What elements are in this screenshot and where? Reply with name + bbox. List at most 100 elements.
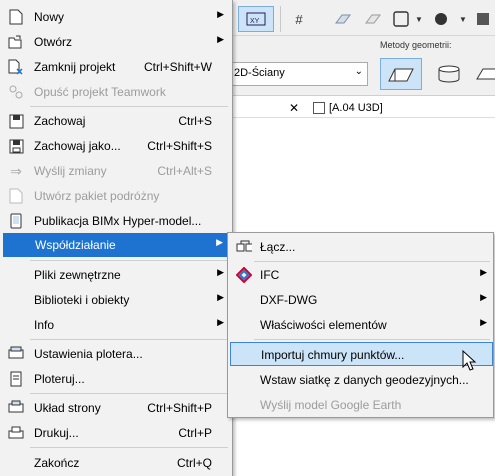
submenu-arrow-icon: ▶ — [217, 34, 224, 44]
menu-separator — [30, 447, 228, 448]
menu-item-label: Publikacja BIMx Hyper-model... — [34, 214, 202, 228]
submenu-arrow-icon: ▶ — [480, 267, 487, 277]
menu-item-libraries[interactable]: Biblioteki i obiekty ▶ — [2, 288, 230, 312]
submenu-item-import-point-clouds[interactable]: Importuj chmury punktów... — [230, 342, 493, 366]
menu-item-label: Wyślij zmiany — [34, 164, 107, 178]
submenu-arrow-icon: ▶ — [480, 292, 487, 302]
frame-dropdown-arrow[interactable]: ▼ — [414, 6, 424, 32]
menu-item-label: Zakończ — [34, 456, 80, 470]
geometry-method-trapezoid-button[interactable] — [474, 58, 495, 90]
mouse-pointer-icon — [462, 350, 477, 371]
menu-item-label: Drukuj... — [34, 426, 79, 440]
save-icon — [8, 113, 24, 129]
menu-item-exit[interactable]: Zakończ Ctrl+Q — [2, 451, 230, 475]
package-icon — [8, 188, 24, 204]
menu-shortcut: Ctrl+Shift+S — [147, 139, 212, 153]
submenu-item-survey-mesh[interactable]: Wstaw siatkę z danych geodezyjnych... — [230, 368, 493, 392]
submenu-item-dxf-dwg[interactable]: DXF-DWG ▶ — [230, 288, 493, 312]
menu-item-label: Otwórz — [34, 35, 73, 49]
menu-item-label: Utwórz pakiet podróżny — [34, 189, 160, 203]
chevron-down-icon: ⌄ — [354, 66, 363, 77]
open-folder-icon — [8, 34, 24, 50]
surface-tool-button[interactable] — [360, 6, 386, 32]
menu-item-save-as[interactable]: Zachowaj jako... Ctrl+Shift+S — [2, 134, 230, 158]
sphere-icon — [435, 13, 447, 25]
menu-separator — [254, 261, 490, 262]
submenu-item-google-earth[interactable]: Wyślij model Google Earth — [230, 393, 493, 417]
page-setup-icon — [8, 400, 24, 416]
menu-item-label: Wstaw siatkę z danych geodezyjnych... — [260, 373, 469, 387]
menu-item-plotter-settings[interactable]: Ustawienia plotera... — [2, 342, 230, 366]
menu-item-send-changes[interactable]: ⇒ Wyślij zmiany Ctrl+Alt+S — [2, 159, 230, 183]
sphere-dropdown-arrow[interactable]: ▼ — [458, 6, 468, 32]
layout-tool-button[interactable]: XY — [238, 6, 274, 32]
tab-3d-view[interactable]: [A.04 U3D] — [313, 99, 383, 117]
straight-wall-icon — [388, 68, 414, 82]
view-frame-button[interactable] — [390, 6, 412, 32]
plot-icon — [8, 371, 24, 387]
menu-shortcut: Ctrl+Q — [176, 456, 212, 470]
menu-item-label: Opuść projekt Teamwork — [34, 85, 166, 99]
box-tool-button[interactable] — [472, 6, 494, 32]
menu-item-external-files[interactable]: Pliki zewnętrzne ▶ — [2, 263, 230, 287]
bimx-icon — [8, 213, 24, 229]
menu-item-info[interactable]: Info ▶ — [2, 313, 230, 337]
submenu-item-ifc[interactable]: IFC ▶ — [230, 263, 493, 287]
trapezoid-wall-icon — [476, 68, 495, 80]
menu-item-label: Biblioteki i obiekty — [34, 293, 130, 307]
menu-item-label: Info — [34, 318, 55, 332]
menu-item-label: Pliki zewnętrzne — [34, 268, 121, 282]
menu-item-label: Zachowaj jako... — [34, 139, 121, 153]
geometry-methods-label: Metody geometrii: — [380, 40, 452, 50]
menu-item-label: Nowy — [34, 10, 65, 24]
submenu-arrow-icon: ▶ — [217, 267, 224, 277]
menu-item-label: Importuj chmury punktów... — [261, 348, 405, 362]
menu-shortcut: Ctrl+Alt+S — [157, 164, 212, 178]
menu-item-leave-teamwork[interactable]: Opuść projekt Teamwork — [2, 80, 230, 104]
menu-item-label: DXF-DWG — [260, 293, 318, 307]
submenu-arrow-icon: ▶ — [480, 317, 487, 327]
menu-separator — [30, 393, 228, 394]
menu-item-label: Wyślij model Google Earth — [260, 398, 402, 412]
submenu-item-link[interactable]: Łącz... — [230, 235, 493, 259]
menu-item-plot[interactable]: Ploteruj... — [2, 367, 230, 391]
box-icon — [477, 13, 489, 25]
menu-item-create-package[interactable]: Utwórz pakiet podróżny — [2, 184, 230, 208]
submenu-arrow-icon: ▶ — [217, 9, 224, 19]
menu-item-label: Zachowaj — [34, 114, 86, 128]
save-as-icon — [8, 138, 24, 154]
menu-item-label: Układ strony — [34, 401, 101, 415]
menu-item-bimx-publish[interactable]: Publikacja BIMx Hyper-model... — [2, 209, 230, 233]
sphere-tool-button[interactable] — [428, 6, 454, 32]
plane-icon — [335, 14, 351, 24]
menu-shortcut: Ctrl+Shift+P — [147, 401, 212, 415]
menu-separator — [30, 339, 228, 340]
curved-wall-icon — [438, 65, 460, 83]
structure-combo[interactable]: 2D-Ściany ⌄ — [230, 62, 368, 86]
menu-separator — [254, 339, 490, 340]
menu-item-label: Ploteruj... — [34, 372, 85, 386]
submenu-arrow-icon: ▶ — [217, 317, 224, 327]
menu-item-close-project[interactable]: Zamknij projekt Ctrl+Shift+W — [2, 55, 230, 79]
geometry-method-straight-button[interactable] — [380, 58, 422, 90]
submenu-arrow-icon: ▶ — [217, 292, 224, 302]
menu-item-print[interactable]: Drukuj... Ctrl+P — [2, 421, 230, 445]
menu-item-page-setup[interactable]: Układ strony Ctrl+Shift+P — [2, 396, 230, 420]
send-arrow-icon: ⇒ — [10, 162, 22, 179]
plane-tool-button[interactable] — [330, 6, 356, 32]
grid-tool-button[interactable]: # — [286, 6, 312, 32]
close-icon[interactable]: ✕ — [289, 101, 299, 115]
menu-item-label: Właściwości elementów — [260, 318, 387, 332]
menu-item-save[interactable]: Zachowaj Ctrl+S — [2, 109, 230, 133]
interoperability-submenu: Łącz... IFC ▶ DXF-DWG ▶ Właściwości elem… — [227, 232, 494, 418]
submenu-item-element-properties[interactable]: Właściwości elementów ▶ — [230, 313, 493, 337]
menu-item-interoperability[interactable]: Współdziałanie ▶ — [3, 233, 229, 257]
geometry-method-curved-button[interactable] — [430, 58, 468, 90]
plotter-settings-icon — [8, 346, 24, 362]
menu-item-open[interactable]: Otwórz ▶ — [2, 30, 230, 54]
menu-separator — [30, 106, 228, 107]
menu-item-label: Współdziałanie — [35, 238, 116, 252]
ifc-logo-icon — [236, 267, 252, 283]
menu-item-label: Ustawienia plotera... — [34, 347, 143, 361]
menu-item-new[interactable]: Nowy ▶ — [2, 5, 230, 29]
